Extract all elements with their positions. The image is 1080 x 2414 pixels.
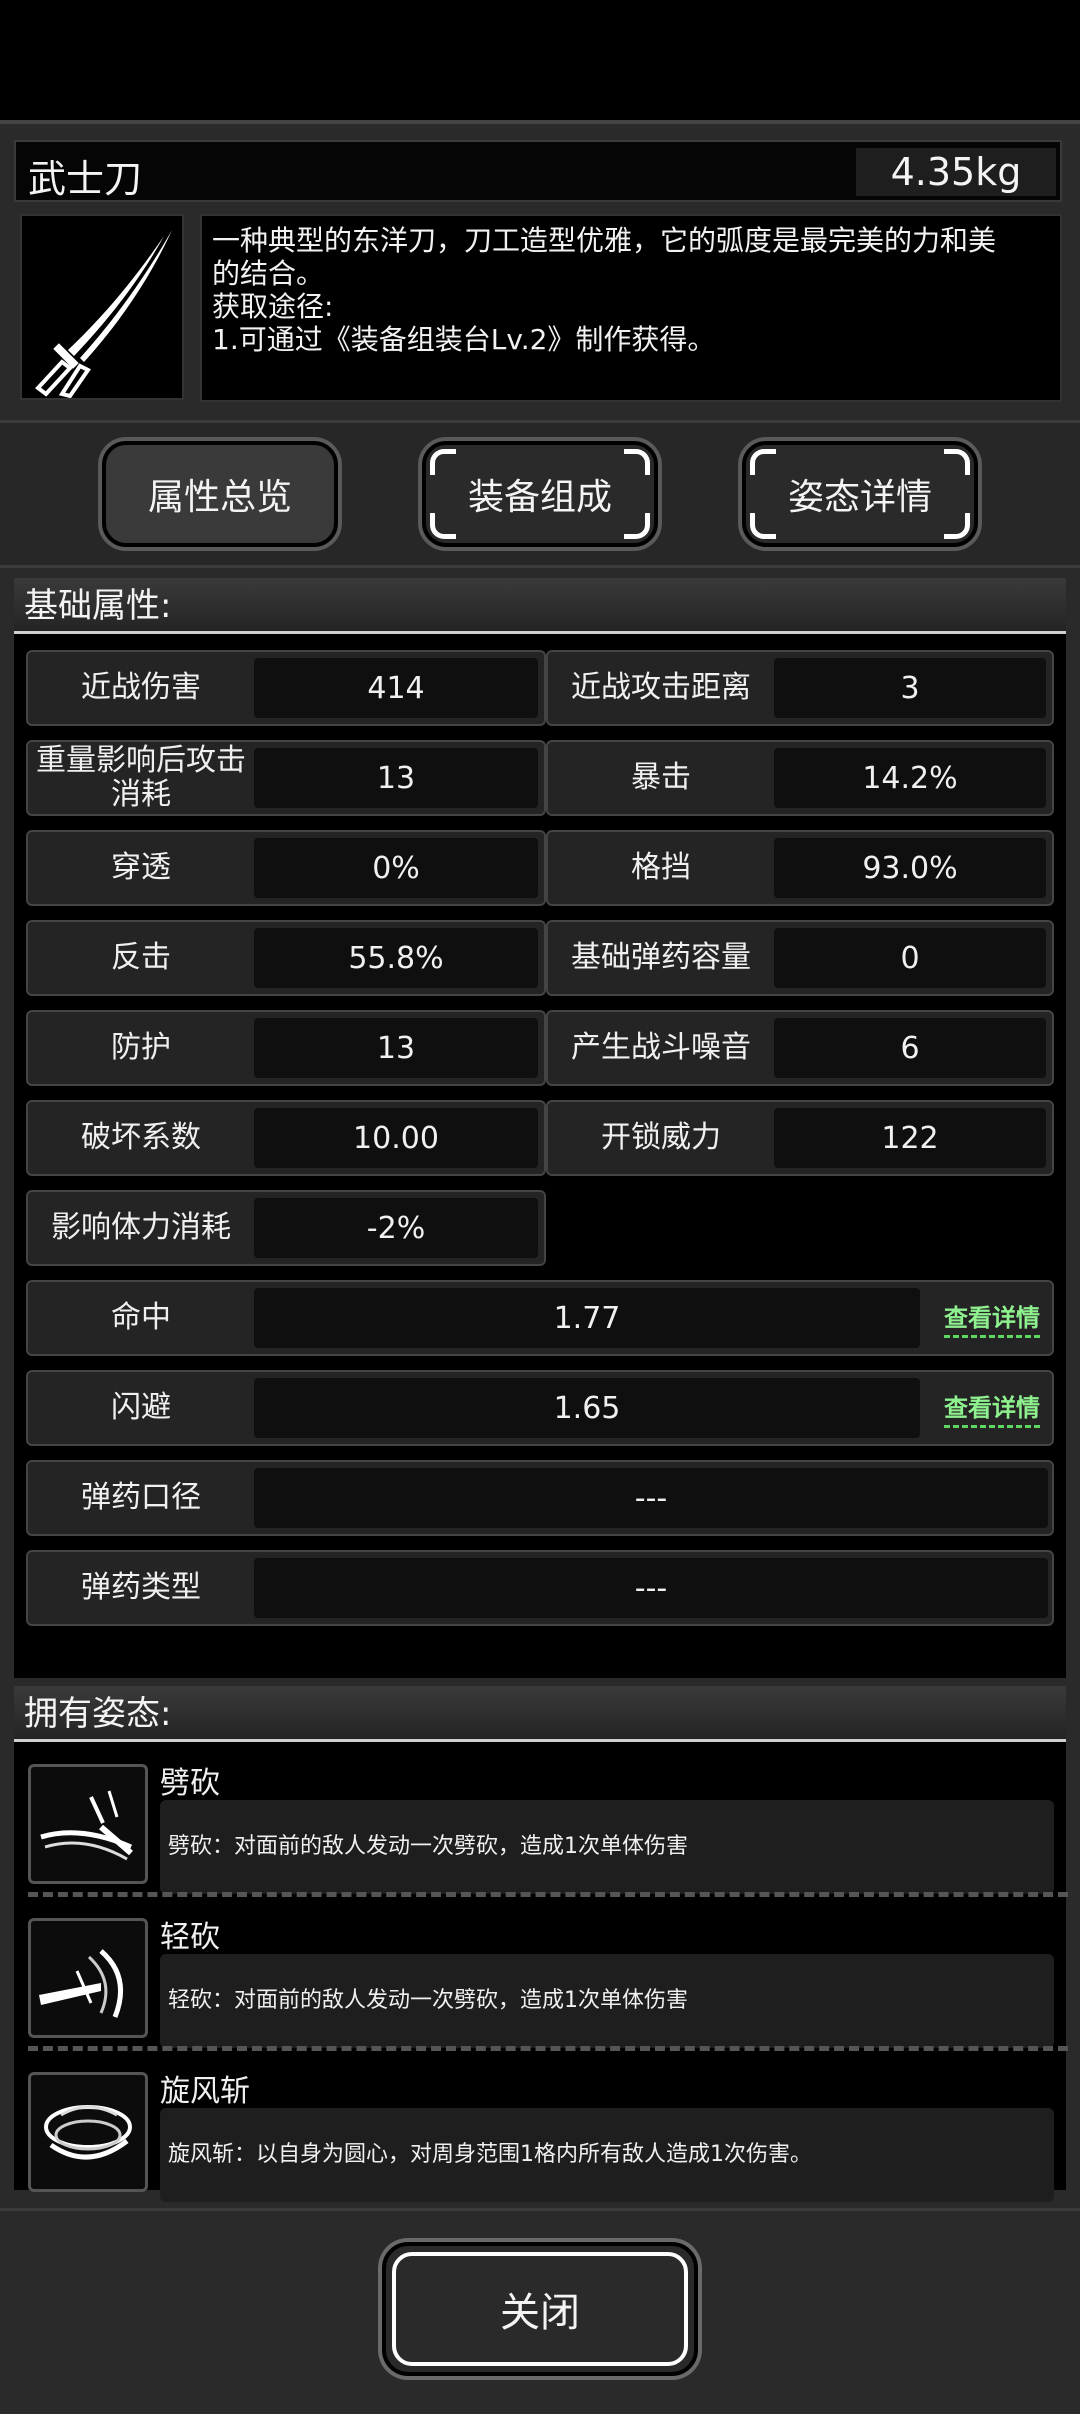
stat-label: 反击 — [111, 940, 171, 975]
stat-value: 1.65 — [254, 1378, 920, 1438]
stat-protection: 防护 13 — [26, 1010, 546, 1086]
stat-lockpick-power: 开锁威力 122 — [546, 1100, 1054, 1176]
item-name: 武士刀 — [28, 157, 143, 201]
stat-attack-cost: 重量影响后攻击消耗 13 — [26, 740, 546, 816]
whirlwind-icon — [28, 2072, 148, 2192]
stat-destruction: 破坏系数 10.00 — [26, 1100, 546, 1176]
stat-melee-damage: 近战伤害 414 — [26, 650, 546, 726]
stat-label: 近战伤害 — [81, 670, 201, 705]
view-details-link-dodge[interactable]: 查看详情 — [944, 1388, 1040, 1428]
section-title-stances: 拥有姿态: — [14, 1686, 1066, 1742]
stance-description: 轻砍：对面前的敌人发动一次劈砍，造成1次单体伤害 — [160, 1954, 1054, 2048]
basic-attributes-section: 基础属性: 近战伤害 414 重量影响后攻击消耗 13 穿透 0% 反击 55.… — [14, 578, 1066, 1678]
item-description-line: 的结合。 — [212, 257, 325, 290]
item-description-line: 一种典型的东洋刀，刀工造型优雅，它的弧度是最完美的力和美 — [212, 224, 997, 257]
stat-label: 闪避 — [111, 1390, 171, 1425]
stat-value: 414 — [254, 658, 538, 718]
stat-block: 格挡 93.0% — [546, 830, 1054, 906]
stat-label: 产生战斗噪音 — [571, 1030, 751, 1065]
stat-value: 10.00 — [254, 1108, 538, 1168]
stat-stamina-cost: 影响体力消耗 -2% — [26, 1190, 546, 1266]
stat-label: 近战攻击距离 — [571, 670, 751, 705]
stat-value: 122 — [774, 1108, 1046, 1168]
stat-label: 开锁威力 — [601, 1120, 721, 1155]
stat-label: 格挡 — [631, 850, 691, 885]
stat-dodge: 闪避 1.65 查看详情 — [26, 1370, 1054, 1446]
item-header: 武士刀 4.35kg — [14, 140, 1062, 202]
tab-attribute-overview[interactable]: 属性总览 — [102, 441, 338, 547]
item-description-line: 获取途径: — [212, 290, 334, 323]
stance-item[interactable]: 轻砍 轻砍：对面前的敌人发动一次劈砍，造成1次单体伤害 — [14, 1910, 1066, 2058]
stat-value: 55.8% — [254, 928, 538, 988]
stat-label: 命中 — [111, 1300, 171, 1335]
stance-name: 轻砍 — [160, 1920, 220, 1955]
stat-counter: 反击 55.8% — [26, 920, 546, 996]
stance-item[interactable]: 劈砍 劈砍：对面前的敌人发动一次劈砍，造成1次单体伤害 — [14, 1756, 1066, 1904]
stance-name: 劈砍 — [160, 1766, 220, 1801]
stat-value: 1.77 — [254, 1288, 920, 1348]
tab-label: 属性总览 — [147, 477, 292, 518]
stat-value: 3 — [774, 658, 1046, 718]
stat-value: 0% — [254, 838, 538, 898]
stat-value: 13 — [254, 1018, 538, 1078]
tab-stance-details[interactable]: 姿态详情 — [742, 441, 978, 547]
light-cut-icon — [28, 1918, 148, 2038]
stat-accuracy: 命中 1.77 查看详情 — [26, 1280, 1054, 1356]
stat-ammo-capacity: 基础弹药容量 0 — [546, 920, 1054, 996]
stat-ammo-type: 弹药类型 --- — [26, 1550, 1054, 1626]
divider — [28, 2046, 1068, 2051]
divider — [28, 1892, 1068, 1897]
stat-label: 破坏系数 — [81, 1120, 201, 1155]
stat-penetration: 穿透 0% — [26, 830, 546, 906]
stat-label: 影响体力消耗 — [51, 1210, 231, 1245]
tab-label: 装备组成 — [467, 477, 612, 518]
stat-value: --- — [254, 1558, 1048, 1618]
stat-label: 重量影响后攻击消耗 — [36, 743, 246, 812]
stance-description: 劈砍：对面前的敌人发动一次劈砍，造成1次单体伤害 — [160, 1800, 1054, 1894]
katana-icon — [20, 214, 184, 400]
stances-section: 拥有姿态: 劈砍 劈砍：对面前的敌人发动一次劈砍，造成1次单体伤害 轻砍 轻砍：… — [14, 1686, 1068, 2202]
view-details-link-accuracy[interactable]: 查看详情 — [944, 1298, 1040, 1338]
stat-label: 弹药类型 — [81, 1570, 201, 1605]
close-button[interactable]: 关闭 — [382, 2242, 698, 2376]
stat-label: 穿透 — [111, 850, 171, 885]
stance-item[interactable]: 旋风斩 旋风斩：以自身为圆心，对周身范围1格内所有敌人造成1次伤害。 — [14, 2064, 1066, 2212]
section-title-basic: 基础属性: — [14, 578, 1066, 634]
stat-combat-noise: 产生战斗噪音 6 — [546, 1010, 1054, 1086]
stat-label: 弹药口径 — [81, 1480, 201, 1515]
stat-ammo-caliber: 弹药口径 --- — [26, 1460, 1054, 1536]
tab-label: 姿态详情 — [787, 477, 932, 518]
stat-label: 暴击 — [631, 760, 691, 795]
item-description: 一种典型的东洋刀，刀工造型优雅，它的弧度是最完美的力和美 的结合。 获取途径: … — [200, 214, 1062, 402]
item-description-line: 1.可通过《装备组装台Lv.2》制作获得。 — [212, 323, 716, 356]
stat-value: --- — [254, 1468, 1048, 1528]
stat-value: 93.0% — [774, 838, 1046, 898]
stance-description: 旋风斩：以自身为圆心，对周身范围1格内所有敌人造成1次伤害。 — [160, 2108, 1054, 2202]
tab-equipment-composition[interactable]: 装备组成 — [422, 441, 658, 547]
item-weight: 4.35kg — [856, 148, 1056, 196]
stat-label: 基础弹药容量 — [571, 940, 751, 975]
stat-value: -2% — [254, 1198, 538, 1258]
stat-value: 0 — [774, 928, 1046, 988]
stat-value: 13 — [254, 748, 538, 808]
stat-critical: 暴击 14.2% — [546, 740, 1054, 816]
stat-value: 14.2% — [774, 748, 1046, 808]
stat-melee-range: 近战攻击距离 3 — [546, 650, 1054, 726]
stat-label: 防护 — [111, 1030, 171, 1065]
stance-name: 旋风斩 — [160, 2074, 250, 2109]
stat-value: 6 — [774, 1018, 1046, 1078]
slash-icon — [28, 1764, 148, 1884]
